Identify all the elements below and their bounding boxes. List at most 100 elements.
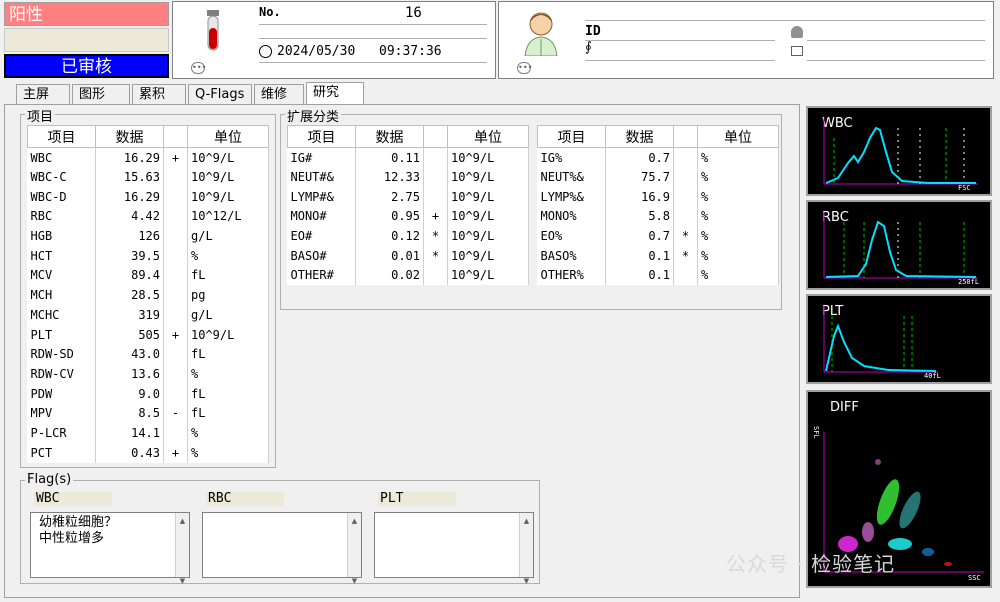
cell-value: 2.75: [355, 186, 424, 207]
table-row[interactable]: BASO% 0.1 *%: [537, 245, 779, 266]
table-row[interactable]: EO% 0.7 *%: [537, 226, 779, 246]
cell-unit: 10^9/L: [187, 147, 269, 168]
table-row[interactable]: WBC-C 15.63 10^9/L: [27, 167, 269, 187]
cell-item: HGB: [27, 226, 96, 246]
col-flag: [673, 125, 698, 148]
table-row[interactable]: IG% 0.7%: [537, 147, 779, 168]
table-row[interactable]: HCT 39.5%: [27, 245, 269, 266]
cell-value: 28.5: [95, 285, 164, 305]
tab-qflags[interactable]: Q-Flags: [188, 84, 252, 104]
cell-flag: [163, 226, 188, 246]
table-row[interactable]: BASO# 0.01 * 10^9/L: [287, 245, 529, 266]
diff-y-axis-label: SFL: [812, 426, 820, 439]
cell-value: 13.6: [95, 364, 164, 384]
cell-unit: 10^9/L: [187, 167, 269, 187]
table-row[interactable]: RDW-CV 13.6%: [27, 364, 269, 384]
cell-value: 39.5: [95, 245, 164, 266]
plt-histogram: PLT 40fL: [806, 294, 992, 384]
watermark: 公众号 · 检验笔记: [726, 552, 896, 576]
cell-unit: %: [697, 186, 779, 207]
scrollbar[interactable]: ▲ ▼: [347, 513, 361, 585]
table-row[interactable]: RDW-SD 43.0 fL: [27, 344, 269, 365]
cell-unit: fL: [187, 403, 269, 424]
cell-value: 0.7: [605, 226, 674, 246]
cell-value: 15.63: [95, 167, 164, 187]
table-row[interactable]: NEUT%& 75.7%: [537, 167, 779, 187]
table-row[interactable]: MCHC 319 g/L: [27, 305, 269, 325]
col-unit: 单位: [447, 125, 529, 148]
cell-unit: %: [187, 245, 269, 266]
flag-line: 中性粒增多: [39, 531, 105, 546]
cell-item: RBC: [27, 206, 96, 227]
cell-unit: 10^9/L: [447, 186, 529, 207]
table-row[interactable]: PDW 9.0 fL: [27, 383, 269, 404]
cell-value: 0.7: [605, 147, 674, 168]
rbc-flag-label: RBC: [208, 491, 232, 506]
table-row[interactable]: MCH 28.5 pg: [27, 285, 269, 305]
table-row[interactable]: IG# 0.11 10^9/L: [287, 147, 529, 168]
cell-unit: %: [187, 364, 269, 384]
tab-research[interactable]: 研究: [306, 82, 364, 104]
card-icon: [791, 46, 803, 56]
cell-unit: %: [697, 226, 779, 246]
table-row[interactable]: NEUT#& 12.33 10^9/L: [287, 167, 529, 187]
cell-unit: fL: [187, 265, 269, 286]
extended-table-left: 项目 数据 单位 IG# 0.11 10^9/L NEUT#& 12.33 10^9/L L…: [287, 125, 529, 286]
table-row[interactable]: WBC-D 16.29 10^9/L: [27, 186, 269, 207]
scrollbar[interactable]: ▲ ▼: [175, 513, 189, 585]
cell-flag: [163, 167, 188, 187]
cell-flag: [163, 364, 188, 384]
cell-flag: [163, 285, 188, 305]
table-row[interactable]: LYMP%& 16.9%: [537, 186, 779, 207]
cell-value: 5.8: [605, 206, 674, 227]
table-row[interactable]: MONO# 0.95 +10^9/L: [287, 206, 529, 227]
cell-unit: g/L: [187, 305, 269, 325]
table-row[interactable]: RBC 4.42 10^12/L: [27, 206, 269, 227]
scrollbar[interactable]: ▲ ▼: [519, 513, 533, 585]
tab-main[interactable]: 主屏: [16, 84, 70, 104]
cell-unit: pg: [187, 285, 269, 305]
cell-flag: +: [163, 442, 188, 463]
cell-value: 505: [95, 324, 164, 345]
cell-flag: [163, 206, 188, 227]
rbc-flag-list[interactable]: ▲ ▼: [202, 512, 362, 585]
table-row[interactable]: PLT 505 +10^9/L: [27, 324, 269, 345]
comment-icon[interactable]: •••: [517, 62, 532, 74]
cell-flag: [163, 186, 188, 207]
table-row[interactable]: WBC 16.29 +10^9/L: [27, 147, 269, 168]
table-row[interactable]: PCT 0.43 +%: [27, 442, 269, 463]
tab-cumulative[interactable]: 累积: [132, 84, 186, 104]
table-row[interactable]: LYMP#& 2.75 10^9/L: [287, 186, 529, 207]
tab-graph[interactable]: 图形: [72, 84, 130, 104]
cell-value: 75.7: [605, 167, 674, 187]
cell-value: 16.29: [95, 186, 164, 207]
extended-group-title: 扩展分类: [285, 106, 342, 125]
cell-flag: [163, 383, 188, 404]
cell-flag: +: [423, 206, 448, 227]
plt-flag-list[interactable]: ▲ ▼: [374, 512, 534, 585]
table-row[interactable]: P-LCR 14.1%: [27, 423, 269, 443]
plt-flag-label: PLT: [380, 491, 404, 506]
comment-icon[interactable]: •••: [191, 62, 206, 74]
wbc-flag-list[interactable]: 幼稚粒细胞？ 中性粒增多 ▲ ▼: [30, 512, 190, 585]
table-row[interactable]: OTHER# 0.02 10^9/L: [287, 265, 529, 286]
cell-flag: [163, 423, 188, 443]
cell-flag: [423, 265, 448, 286]
tab-maintenance[interactable]: 维修: [254, 84, 304, 104]
stethoscope-icon: ∮: [585, 40, 592, 55]
table-row[interactable]: HGB 126 g/L: [27, 226, 269, 246]
cell-flag: [673, 206, 698, 227]
wbc-flag-label: WBC: [36, 491, 60, 506]
clock-icon: [259, 45, 272, 58]
cell-unit: 10^9/L: [187, 324, 269, 345]
table-row[interactable]: EO# 0.12 * 10^9/L: [287, 226, 529, 246]
table-row[interactable]: MCV 89.4 fL: [27, 265, 269, 286]
table-row[interactable]: MPV 8.5- fL: [27, 403, 269, 424]
cell-flag: [673, 186, 698, 207]
cell-item: PLT: [27, 324, 96, 345]
table-row[interactable]: MONO% 5.8%: [537, 206, 779, 227]
cell-flag: *: [673, 245, 698, 266]
table-row[interactable]: OTHER% 0.1%: [537, 265, 779, 286]
cell-item: RDW-CV: [27, 364, 96, 384]
cell-item: OTHER%: [537, 265, 606, 286]
